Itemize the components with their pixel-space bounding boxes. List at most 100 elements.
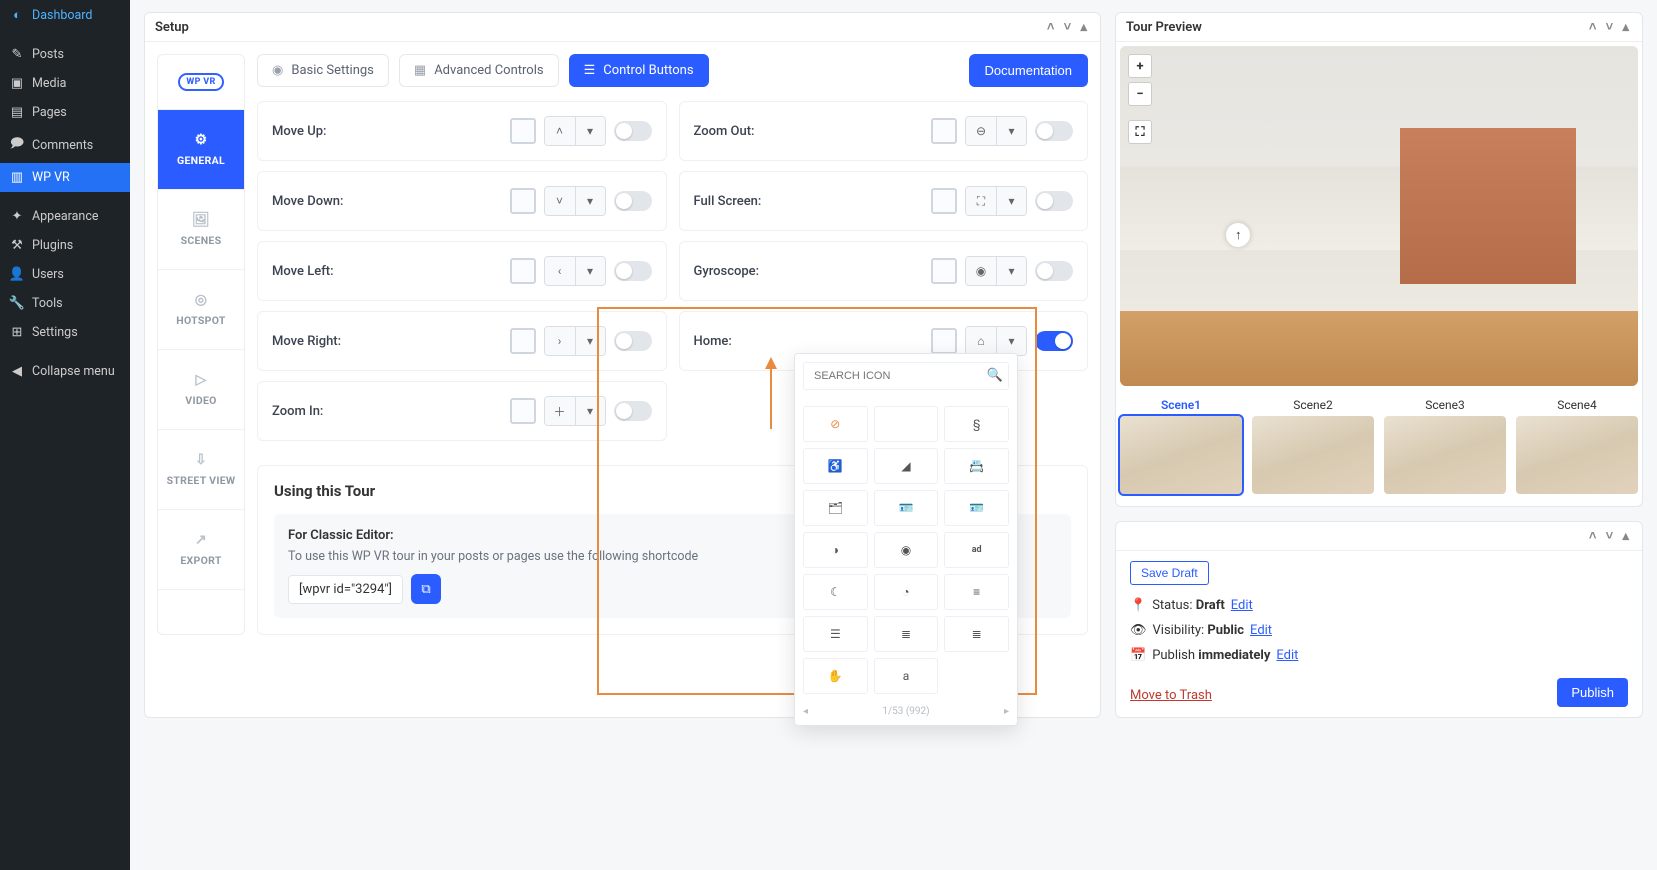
- icon-option-none[interactable]: ⊘: [803, 406, 868, 442]
- publish-button[interactable]: Publish: [1557, 678, 1628, 707]
- chevron-down-icon[interactable]: ˅: [1603, 529, 1617, 544]
- icon-option-blank[interactable]: [874, 406, 939, 442]
- nav-appearance[interactable]: ✦Appearance: [0, 202, 130, 231]
- toggle-switch[interactable]: [614, 401, 652, 421]
- chevron-down-icon[interactable]: ▾: [575, 187, 605, 215]
- chevron-down-icon[interactable]: ˅: [1061, 20, 1075, 35]
- nav-collapse[interactable]: ◀Collapse menu: [0, 357, 130, 386]
- scene-thumb[interactable]: Scene2: [1252, 398, 1374, 494]
- chevron-down-icon[interactable]: ▾: [996, 257, 1026, 285]
- icon-option-align-left[interactable]: ≣: [874, 616, 939, 652]
- icon-select[interactable]: ⌂▾: [965, 326, 1027, 356]
- icon-select[interactable]: ⛶▾: [965, 186, 1027, 216]
- nav-posts[interactable]: ✎Posts: [0, 40, 130, 69]
- tab-basic-settings[interactable]: ◉Basic Settings: [257, 54, 389, 87]
- chevron-down-icon[interactable]: ▾: [575, 257, 605, 285]
- icon-select[interactable]: ＋▾: [544, 396, 606, 426]
- scene-thumb[interactable]: Scene1: [1120, 398, 1242, 494]
- nav-users[interactable]: 👤Users: [0, 260, 130, 289]
- color-swatch[interactable]: [931, 118, 957, 144]
- icon-option-address-book[interactable]: 📇: [944, 448, 1009, 484]
- zoom-out-button[interactable]: −: [1128, 82, 1152, 106]
- color-swatch[interactable]: [510, 188, 536, 214]
- icon-option-ad[interactable]: ad: [944, 532, 1009, 568]
- icon-option-amazon[interactable]: a: [874, 658, 939, 694]
- toggle-switch[interactable]: [1035, 191, 1073, 211]
- color-swatch[interactable]: [931, 188, 957, 214]
- picker-prev[interactable]: ◂: [803, 706, 808, 717]
- icon-select[interactable]: ˄▾: [544, 116, 606, 146]
- icon-option-accusoft[interactable]: ◢: [874, 448, 939, 484]
- icon-option-adn[interactable]: ◉: [874, 532, 939, 568]
- icon-option-address-card[interactable]: 🪪: [874, 490, 939, 526]
- toggle-switch[interactable]: [614, 261, 652, 281]
- icon-option-address-book-o[interactable]: 🗂: [803, 490, 868, 526]
- copy-shortcode-button[interactable]: ⧉: [411, 574, 441, 604]
- tab-control-buttons[interactable]: ☰Control Buttons: [569, 54, 709, 87]
- nav-tools[interactable]: 🔧Tools: [0, 289, 130, 318]
- toggle-switch[interactable]: [1035, 121, 1073, 141]
- chevron-down-icon[interactable]: ▾: [575, 397, 605, 425]
- color-swatch[interactable]: [510, 328, 536, 354]
- vtab-video[interactable]: ▷VIDEO: [158, 350, 244, 430]
- vtab-streetview[interactable]: ⇩STREET VIEW: [158, 430, 244, 510]
- caret-up-icon[interactable]: ▴: [1077, 20, 1090, 35]
- nav-dashboard[interactable]: ◐Dashboard: [0, 0, 130, 30]
- nav-pages[interactable]: ▤Pages: [0, 98, 130, 127]
- color-swatch[interactable]: [510, 258, 536, 284]
- icon-option-500px[interactable]: §: [944, 406, 1009, 442]
- nav-wpvr[interactable]: ▥WP VR: [0, 163, 130, 192]
- icon-option-algolia[interactable]: ◔: [874, 574, 939, 610]
- caret-up-icon[interactable]: ▴: [1619, 529, 1632, 544]
- icon-search-input[interactable]: [803, 362, 1009, 390]
- chevron-down-icon[interactable]: ▾: [575, 117, 605, 145]
- zoom-in-button[interactable]: +: [1128, 54, 1152, 78]
- nav-plugins[interactable]: ⚒Plugins: [0, 231, 130, 260]
- chevron-down-icon[interactable]: ▾: [575, 327, 605, 355]
- icon-option-accessible[interactable]: ♿: [803, 448, 868, 484]
- fullscreen-button[interactable]: ⛶: [1128, 120, 1152, 144]
- tab-advanced-controls[interactable]: ▦Advanced Controls: [399, 54, 559, 87]
- save-draft-button[interactable]: Save Draft: [1130, 561, 1209, 585]
- panorama-preview[interactable]: + − ⛶ ↑: [1120, 46, 1638, 386]
- icon-select[interactable]: ⊖▾: [965, 116, 1027, 146]
- vtab-export[interactable]: ↗EXPORT: [158, 510, 244, 590]
- icon-option-adjust[interactable]: ◑: [803, 532, 868, 568]
- chevron-up-icon[interactable]: ˄: [1044, 20, 1058, 35]
- nav-settings[interactable]: ⊞Settings: [0, 318, 130, 347]
- chevron-down-icon[interactable]: ▾: [996, 327, 1026, 355]
- chevron-up-icon[interactable]: ˄: [1586, 20, 1600, 35]
- icon-picker-dropdown[interactable]: 🔍 ⊘ § ♿ ◢ 📇 🗂 🪪 🪪 ◑ ◉ ad ☾ ◔ ≡ ☰ ≣ ≣: [794, 353, 1018, 726]
- picker-next[interactable]: ▸: [1004, 706, 1009, 717]
- vtab-general[interactable]: ⚙GENERAL: [158, 110, 244, 190]
- chevron-up-icon[interactable]: ˄: [1586, 529, 1600, 544]
- caret-up-icon[interactable]: ▴: [1619, 20, 1632, 35]
- icon-option-address-card-o[interactable]: 🪪: [944, 490, 1009, 526]
- hotspot-marker[interactable]: ↑: [1226, 223, 1250, 247]
- scene-thumb[interactable]: Scene4: [1516, 398, 1638, 494]
- toggle-switch[interactable]: [614, 331, 652, 351]
- icon-select[interactable]: ◉▾: [965, 256, 1027, 286]
- icon-option-align-justify[interactable]: ☰: [803, 616, 868, 652]
- chevron-down-icon[interactable]: ▾: [996, 117, 1026, 145]
- scene-thumb[interactable]: Scene3: [1384, 398, 1506, 494]
- color-swatch[interactable]: [510, 398, 536, 424]
- toggle-switch[interactable]: [614, 121, 652, 141]
- icon-select[interactable]: ›▾: [544, 326, 606, 356]
- color-swatch[interactable]: [931, 328, 957, 354]
- move-to-trash-link[interactable]: Move to Trash: [1130, 688, 1212, 703]
- vtab-scenes[interactable]: 🖼SCENES: [158, 190, 244, 270]
- icon-option-align-right[interactable]: ≣: [944, 616, 1009, 652]
- color-swatch[interactable]: [510, 118, 536, 144]
- toggle-switch[interactable]: [1035, 261, 1073, 281]
- toggle-switch[interactable]: [614, 191, 652, 211]
- color-swatch[interactable]: [931, 258, 957, 284]
- icon-option-align-center[interactable]: ≡: [944, 574, 1009, 610]
- toggle-switch[interactable]: [1035, 331, 1073, 351]
- edit-publish-date-link[interactable]: Edit: [1276, 648, 1298, 663]
- icon-option-affiliatetheme[interactable]: ☾: [803, 574, 868, 610]
- icon-select[interactable]: ‹▾: [544, 256, 606, 286]
- nav-comments[interactable]: 🗩Comments: [0, 127, 130, 163]
- icon-option-allergies[interactable]: ✋: [803, 658, 868, 694]
- nav-media[interactable]: ▣Media: [0, 69, 130, 98]
